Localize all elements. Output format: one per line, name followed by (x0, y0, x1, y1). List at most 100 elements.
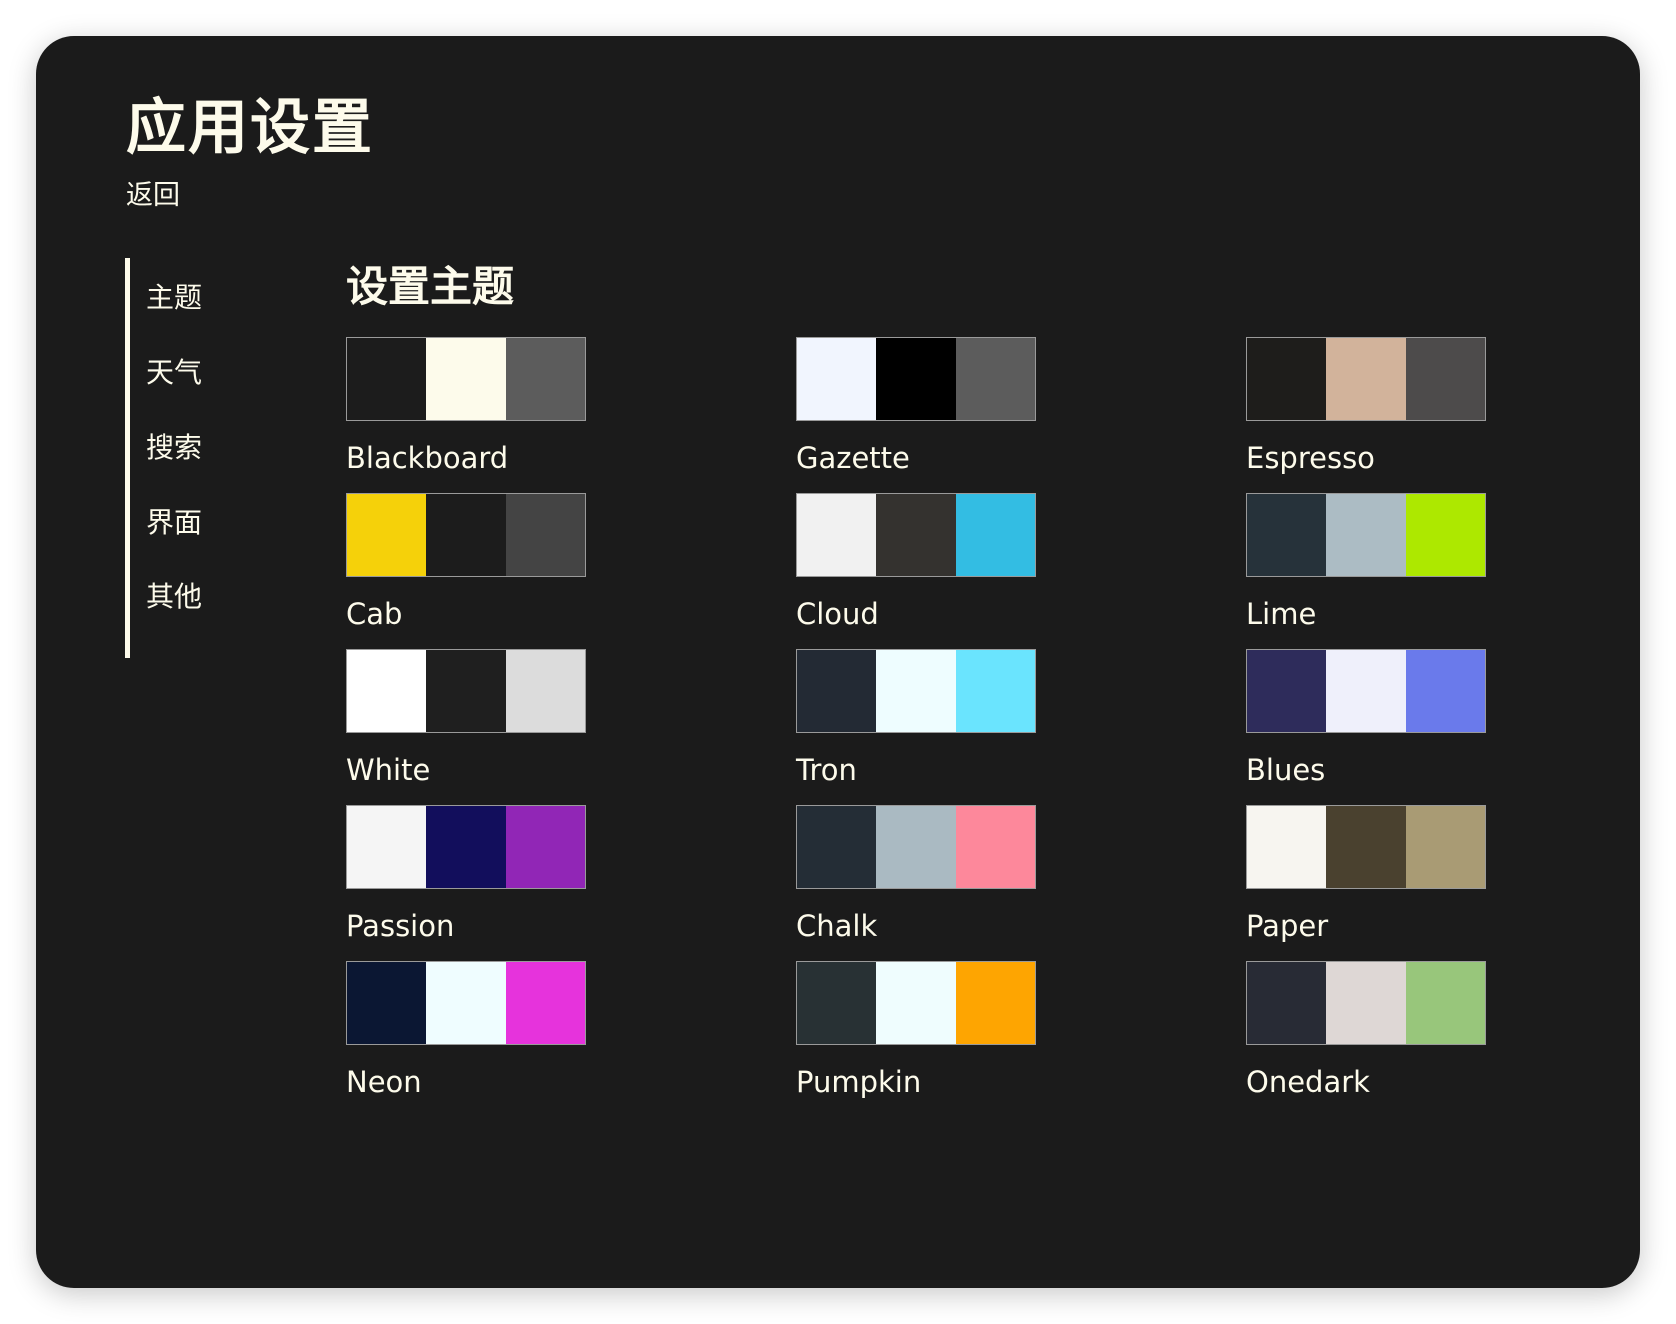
theme-option-chalk[interactable]: Chalk (796, 805, 1036, 944)
sidebar-item-interface[interactable]: 界面 (146, 509, 202, 537)
color-swatch (1247, 338, 1327, 420)
back-link[interactable]: 返回 (126, 182, 180, 209)
color-swatch (426, 806, 506, 888)
color-swatch (876, 650, 956, 732)
color-swatch (347, 650, 427, 732)
color-swatch (1247, 494, 1327, 576)
color-swatch (797, 962, 877, 1044)
page-title: 应用设置 (126, 93, 374, 163)
color-swatch (876, 806, 956, 888)
color-swatch (426, 650, 506, 732)
color-swatch (876, 338, 956, 420)
theme-name-label: Espresso (1246, 441, 1375, 475)
theme-swatch-strip[interactable] (1246, 337, 1486, 421)
theme-option-pumpkin[interactable]: Pumpkin (796, 961, 1036, 1100)
theme-name-label: Cab (346, 597, 403, 631)
theme-swatch-strip[interactable] (1246, 649, 1486, 733)
color-swatch (1405, 650, 1485, 732)
theme-swatch-strip[interactable] (346, 961, 586, 1045)
color-swatch (426, 494, 506, 576)
theme-name-label: Paper (1246, 909, 1329, 943)
color-swatch (955, 650, 1035, 732)
theme-option-espresso[interactable]: Espresso (1246, 337, 1486, 476)
color-swatch (347, 494, 427, 576)
theme-name-label: White (346, 753, 431, 787)
theme-name-label: Chalk (796, 909, 878, 943)
theme-option-neon[interactable]: Neon (346, 961, 586, 1100)
theme-name-label: Blues (1246, 753, 1326, 787)
theme-name-label: Blackboard (346, 441, 509, 475)
sidebar-nav: 主题 天气 搜索 界面 其他 (125, 258, 250, 658)
color-swatch (1247, 806, 1327, 888)
theme-swatch-strip[interactable] (1246, 493, 1486, 577)
theme-swatch-strip[interactable] (796, 805, 1036, 889)
color-swatch (797, 650, 877, 732)
theme-swatch-strip[interactable] (1246, 961, 1486, 1045)
color-swatch (1326, 338, 1406, 420)
theme-option-onedark[interactable]: Onedark (1246, 961, 1486, 1100)
theme-swatch-strip[interactable] (796, 961, 1036, 1045)
theme-option-gazette[interactable]: Gazette (796, 337, 1036, 476)
color-swatch (1247, 650, 1327, 732)
sidebar-item-search[interactable]: 搜索 (146, 434, 202, 462)
color-swatch (1247, 962, 1327, 1044)
theme-swatch-strip[interactable] (346, 649, 586, 733)
theme-name-label: Passion (346, 909, 455, 943)
color-swatch (1326, 494, 1406, 576)
color-swatch (797, 494, 877, 576)
theme-swatch-strip[interactable] (796, 649, 1036, 733)
theme-option-lime[interactable]: Lime (1246, 493, 1486, 632)
theme-name-label: Cloud (796, 597, 879, 631)
color-swatch (505, 650, 585, 732)
color-swatch (505, 962, 585, 1044)
theme-option-tron[interactable]: Tron (796, 649, 1036, 788)
color-swatch (1326, 650, 1406, 732)
theme-swatch-strip[interactable] (346, 805, 586, 889)
theme-option-blackboard[interactable]: Blackboard (346, 337, 586, 476)
color-swatch (955, 338, 1035, 420)
sidebar-item-other[interactable]: 其他 (146, 583, 202, 611)
color-swatch (505, 338, 585, 420)
theme-name-label: Pumpkin (796, 1065, 922, 1099)
color-swatch (1405, 962, 1485, 1044)
theme-option-cloud[interactable]: Cloud (796, 493, 1036, 632)
color-swatch (1326, 806, 1406, 888)
section-title: 设置主题 (346, 262, 515, 311)
color-swatch (1405, 806, 1485, 888)
color-swatch (955, 962, 1035, 1044)
theme-swatch-strip[interactable] (1246, 805, 1486, 889)
theme-swatch-strip[interactable] (346, 493, 586, 577)
theme-option-paper[interactable]: Paper (1246, 805, 1486, 944)
theme-name-label: Gazette (796, 441, 910, 475)
color-swatch (1405, 338, 1485, 420)
color-swatch (426, 338, 506, 420)
color-swatch (955, 806, 1035, 888)
color-swatch (876, 962, 956, 1044)
color-swatch (1326, 962, 1406, 1044)
theme-option-cab[interactable]: Cab (346, 493, 586, 632)
theme-swatch-strip[interactable] (796, 337, 1036, 421)
color-swatch (347, 962, 427, 1044)
sidebar-item-theme[interactable]: 主题 (146, 284, 202, 312)
color-swatch (955, 494, 1035, 576)
color-swatch (347, 338, 427, 420)
theme-name-label: Lime (1246, 597, 1317, 631)
color-swatch (505, 806, 585, 888)
theme-option-passion[interactable]: Passion (346, 805, 586, 944)
sidebar-item-weather[interactable]: 天气 (146, 359, 202, 387)
settings-window: 应用设置 返回 主题 天气 搜索 界面 其他 设置主题 Blackboard Ga… (36, 36, 1640, 1288)
theme-option-blues[interactable]: Blues (1246, 649, 1486, 788)
theme-name-label: Onedark (1246, 1065, 1370, 1099)
theme-name-label: Neon (346, 1065, 422, 1099)
color-swatch (347, 806, 427, 888)
color-swatch (797, 338, 877, 420)
color-swatch (876, 494, 956, 576)
theme-option-white[interactable]: White (346, 649, 586, 788)
color-swatch (797, 806, 877, 888)
theme-swatch-strip[interactable] (796, 493, 1036, 577)
theme-swatch-strip[interactable] (346, 337, 586, 421)
color-swatch (426, 962, 506, 1044)
color-swatch (505, 494, 585, 576)
theme-name-label: Tron (796, 753, 857, 787)
color-swatch (1405, 494, 1485, 576)
